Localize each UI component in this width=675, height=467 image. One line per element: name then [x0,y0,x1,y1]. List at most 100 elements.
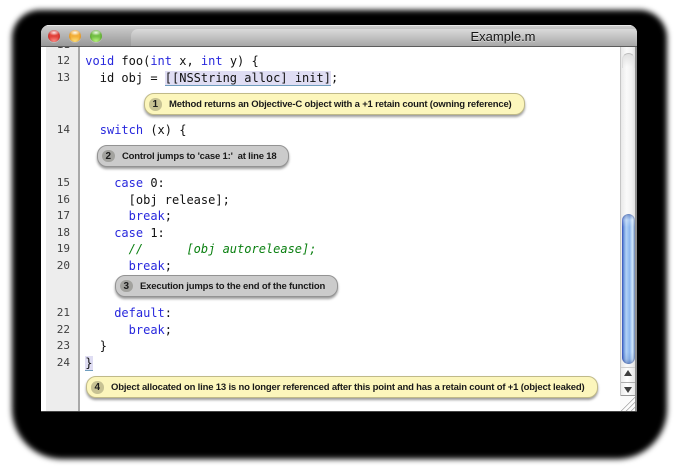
line-number: 24 [46,355,70,372]
close-button[interactable] [48,30,60,42]
highlighted-range: } [85,356,92,371]
code-text: case 1: [85,225,165,242]
comment-token: // [obj autorelease]; [85,242,316,256]
line-number: 16 [46,192,70,209]
keyword-token: break [129,209,165,223]
path-index-badge: 2 [102,150,115,163]
zoom-button[interactable] [90,30,102,42]
plain-token [85,209,128,223]
path-index-badge: 4 [91,381,104,394]
window: Example.m 1112void foo(int x, int y) {13… [41,25,637,412]
plain-token: (x) { [143,123,186,137]
code-text: // [obj autorelease]; [85,241,316,258]
titlebar[interactable]: Example.m [41,25,637,47]
bubble-row-4: 4 Object allocated on line 13 is no longe… [86,376,620,398]
code-line-21: 21 default: [41,305,620,322]
plain-token: x, [172,54,201,68]
line-number: 20 [46,258,70,275]
highlighted-range: [[NSString alloc] init] [165,71,331,86]
bubble-row-3: 3 Execution jumps to the end of the funct… [115,275,620,297]
minimize-button[interactable] [69,30,81,42]
keyword-token: int [201,54,223,68]
path-index-badge: 1 [149,98,162,111]
analyzer-bubble-3: 3 Execution jumps to the end of the funct… [115,275,338,297]
code-text: id obj = [[NSString alloc] init]; [85,70,338,87]
vertical-scrollbar[interactable] [620,47,637,396]
code-line-22: 22 break; [41,322,620,339]
code-text: switch (x) { [85,122,186,139]
plain-token [85,176,114,190]
line-number: 21 [46,305,70,322]
scroll-down-arrow-icon[interactable] [624,387,632,393]
line-number: 14 [46,122,70,139]
code-line-15: 15 case 0: [41,175,620,192]
plain-token: ; [165,209,172,223]
scrollbar-buttons [621,367,635,396]
plain-token [85,259,128,273]
plain-token: id obj = [85,71,164,85]
code-line-14: 14 switch (x) { [41,122,620,139]
code-text: void foo(int x, int y) { [85,53,258,70]
code-line-24: 24} [41,355,620,372]
plain-token: ; [165,259,172,273]
keyword-token: void [85,54,114,68]
keyword-token: default [114,306,165,320]
code-line-13: 13 id obj = [[NSString alloc] init]; [41,70,620,87]
plain-token: ; [165,323,172,337]
code-line-16: 16 [obj release]; [41,192,620,209]
scroll-up-arrow-icon[interactable] [624,370,632,376]
bubble-text: Execution jumps to the end of the functi… [140,281,325,292]
bubble-row-1: 1 Method returns an Objective-C object wi… [144,93,620,115]
code-scroll-content: 1112void foo(int x, int y) {13 id obj = … [41,47,620,404]
desktop: { "window": { "title": "Example.m", "con… [0,0,675,467]
keyword-token: break [129,259,165,273]
code-line-12: 12void foo(int x, int y) { [41,53,620,70]
scrollbar-button-divider [621,382,635,383]
scrollbar-thumb[interactable] [622,214,635,364]
plain-token: y) { [223,54,259,68]
analyzer-bubble-2: 2 Control jumps to 'case 1:' at line 18 [97,145,289,167]
keyword-token: switch [100,123,143,137]
plain-token: } [85,339,107,353]
bubble-text: Method returns an Objective-C object wit… [169,99,512,110]
bubble-row-2: 2 Control jumps to 'case 1:' at line 18 [97,145,620,167]
plain-token: foo( [114,54,150,68]
resize-grip[interactable] [620,396,637,412]
plain-token: 0: [143,176,165,190]
plain-token: ; [331,71,338,85]
bubble-text: Object allocated on line 13 is no longer… [111,382,585,393]
code-text: break; [85,208,172,225]
code-line-19: 19 // [obj autorelease]; [41,241,620,258]
keyword-token: break [129,323,165,337]
code-line-20: 20 break; [41,258,620,275]
window-title: Example.m [403,25,603,47]
analyzer-bubble-1: 1 Method returns an Objective-C object wi… [144,93,525,115]
plain-token [85,306,114,320]
keyword-token: case [114,226,143,240]
plain-token [85,226,114,240]
plain-token: : [165,306,172,320]
window-bottom-edge [41,411,637,412]
line-number: 22 [46,322,70,339]
path-index-badge: 3 [120,280,133,293]
keyword-token: int [150,54,172,68]
code-line-18: 18 case 1: [41,225,620,242]
resize-grip-lines-icon [620,396,635,412]
line-number: 17 [46,208,70,225]
code-text: } [85,338,107,355]
line-number: 13 [46,70,70,87]
plain-token [85,323,128,337]
code-text: case 0: [85,175,165,192]
code-line-23: 23 } [41,338,620,355]
code-text: } [85,355,92,372]
bubble-text: Control jumps to 'case 1:' at line 18 [122,151,276,162]
code-view: 1112void foo(int x, int y) {13 id obj = … [41,47,637,412]
scrollbar-track-arc [622,53,635,68]
plain-token: 1: [143,226,165,240]
line-number: 15 [46,175,70,192]
keyword-token: case [114,176,143,190]
line-number: 18 [46,225,70,242]
plain-token: [obj release]; [85,193,230,207]
code-text: break; [85,258,172,275]
plain-token [85,123,99,137]
